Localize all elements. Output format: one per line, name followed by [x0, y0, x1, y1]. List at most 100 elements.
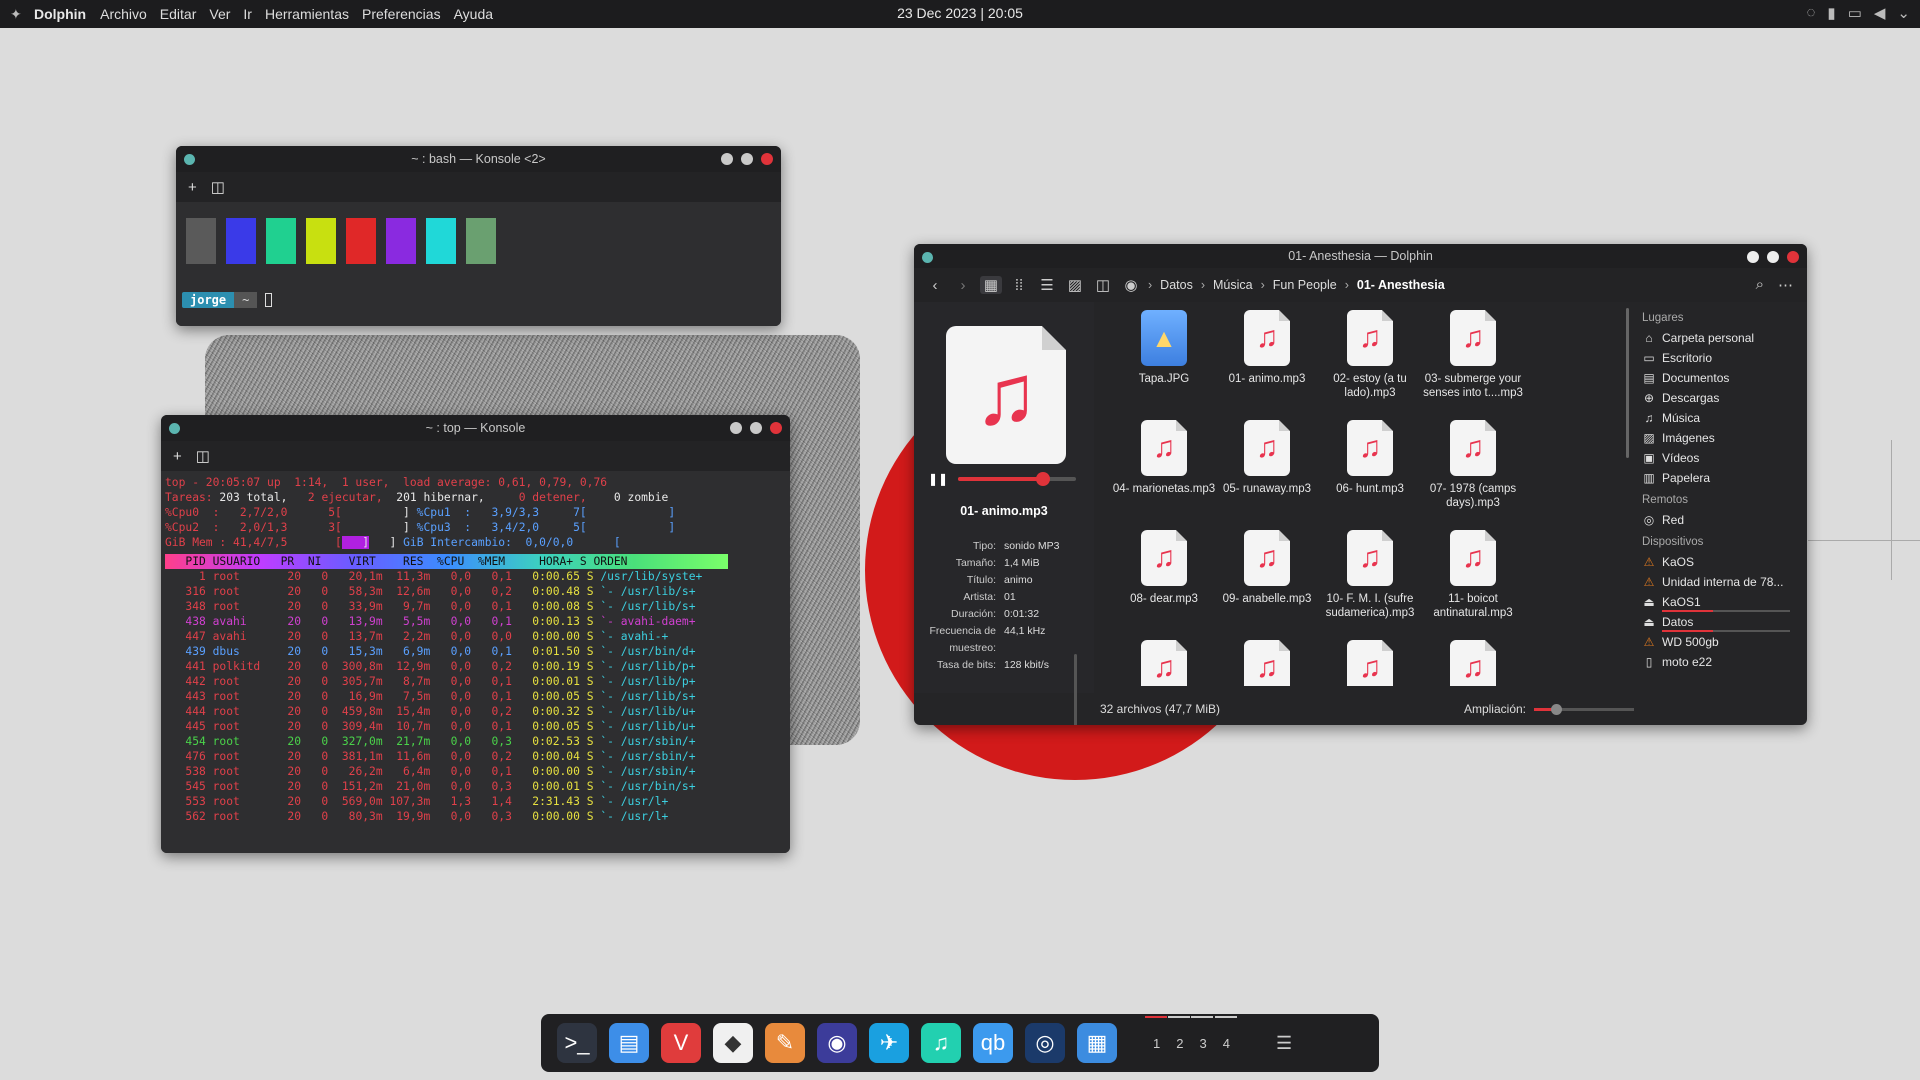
places-item[interactable]: ⚠ Unidad interna de 78... — [1642, 572, 1802, 592]
menu-ayuda[interactable]: Ayuda — [454, 6, 493, 22]
compact-view-icon[interactable]: ⁞⁞ — [1008, 277, 1030, 294]
file-item[interactable]: ♫ 09- anabelle.mp3 — [1207, 530, 1327, 606]
seek-handle[interactable] — [1036, 472, 1051, 486]
file-item[interactable]: ♫ 03- submerge your senses into t....mp3 — [1413, 310, 1533, 400]
virtual-desktop-3[interactable]: 3 — [1191, 1015, 1214, 1051]
file-item[interactable]: ♫ 11- boicot antinatural.mp3 — [1413, 530, 1533, 620]
back-icon[interactable]: ‹ — [924, 277, 946, 294]
menu-herramientas[interactable]: Herramientas — [265, 6, 349, 22]
pause-icon[interactable]: ❚❚ — [928, 472, 948, 486]
gimp-app-icon[interactable]: ✎ — [765, 1023, 805, 1063]
dolphin-app-icon[interactable]: ▤ — [605, 1017, 653, 1069]
konsole-top-window[interactable]: ~ : top — Konsole + ◫ top - 20:05:07 up … — [161, 415, 790, 853]
file-item[interactable]: ♫ 08- dear.mp3 — [1104, 530, 1224, 606]
search-icon[interactable]: ⌕ — [1756, 276, 1764, 294]
menu-ver[interactable]: Ver — [209, 6, 230, 22]
vpn-app-icon[interactable]: ◉ — [817, 1023, 857, 1063]
breadcrumb-current[interactable]: 01- Anesthesia — [1357, 278, 1445, 292]
file-item[interactable]: ♫ 05- runaway.mp3 — [1207, 420, 1327, 496]
file-item[interactable]: ♫ — [1413, 640, 1533, 686]
scrollbar[interactable] — [1626, 308, 1629, 458]
menu-preferencias[interactable]: Preferencias — [362, 6, 441, 22]
music-app-icon[interactable]: ♫ — [921, 1023, 961, 1063]
minimize-button[interactable] — [1747, 251, 1759, 263]
steam-app-icon[interactable]: ◎ — [1025, 1023, 1065, 1063]
breadcrumb-musica[interactable]: Música — [1213, 278, 1253, 292]
places-item[interactable]: ▤ Documentos — [1642, 368, 1802, 388]
discover-app-icon[interactable]: ▦ — [1077, 1023, 1117, 1063]
vivaldi-app-icon[interactable]: V — [661, 1023, 701, 1063]
places-item[interactable]: ♫ Música — [1642, 408, 1802, 428]
places-item[interactable]: ▯ moto e22 — [1642, 652, 1802, 672]
more-menu-icon[interactable]: ⋯ — [1778, 276, 1793, 294]
chevron-down-icon[interactable]: ⌄ — [1897, 4, 1910, 22]
places-item[interactable]: ⚠ WD 500gb — [1642, 632, 1802, 652]
zoom-slider[interactable] — [1534, 703, 1634, 715]
places-item[interactable]: ▥ Papelera — [1642, 468, 1802, 488]
virtual-desktop-4[interactable]: 4 — [1214, 1015, 1238, 1051]
clock[interactable]: 23 Dec 2023 | 20:05 — [897, 5, 1023, 21]
places-item[interactable]: ⏏ KaOS1 — [1642, 592, 1802, 612]
menu-icon[interactable]: ☰ — [1276, 1033, 1292, 1054]
places-item[interactable]: ◎ Red — [1642, 510, 1802, 530]
close-button[interactable] — [1787, 251, 1799, 263]
menu-ir[interactable]: Ir — [243, 6, 252, 22]
window-menu-icon[interactable] — [169, 423, 180, 434]
konsole-bash-window[interactable]: ~ : bash — Konsole <2> + ◫ jorge ~ — [176, 146, 781, 326]
file-item[interactable]: ♫ 06- hunt.mp3 — [1310, 420, 1430, 496]
volume-icon[interactable]: ◀ — [1874, 4, 1886, 22]
icons-view-icon[interactable]: ▦ — [980, 276, 1002, 294]
zoom-handle[interactable] — [1551, 703, 1562, 715]
file-item[interactable]: ♫ 07- 1978 (camps days).mp3 — [1413, 420, 1533, 510]
file-item[interactable]: ♫ 02- estoy (a tu lado).mp3 — [1310, 310, 1430, 400]
battery-icon[interactable]: ▮ — [1827, 4, 1835, 22]
split-view-icon[interactable]: ◫ — [196, 447, 210, 465]
seek-slider[interactable] — [958, 472, 1077, 486]
places-item[interactable]: ⌂ Carpeta personal — [1642, 328, 1802, 348]
places-item[interactable]: ⚠ KaOS — [1642, 552, 1802, 572]
file-item[interactable]: ♫ — [1310, 640, 1430, 686]
breadcrumb-datos[interactable]: Datos — [1160, 278, 1193, 292]
preview-icon[interactable]: ▨ — [1064, 276, 1086, 294]
places-item[interactable]: ▭ Escritorio — [1642, 348, 1802, 368]
places-item[interactable]: ▣ Vídeos — [1642, 448, 1802, 468]
virtual-desktop-1[interactable]: 1 — [1144, 1015, 1168, 1051]
close-button[interactable] — [770, 422, 782, 434]
minimize-button[interactable] — [721, 153, 733, 165]
swift-app-icon[interactable]: ✈ — [869, 1023, 909, 1063]
file-item[interactable]: ♫ 01- animo.mp3 — [1207, 310, 1327, 386]
kaos-logo-icon[interactable]: ✦ — [10, 6, 26, 22]
file-item[interactable]: ♫ — [1207, 640, 1327, 686]
window-menu-icon[interactable] — [922, 252, 933, 263]
display-icon[interactable]: ▭ — [1848, 4, 1862, 22]
minimize-button[interactable] — [730, 422, 742, 434]
eye-icon[interactable]: ◉ — [1120, 276, 1142, 294]
scrollbar[interactable] — [1074, 654, 1077, 725]
new-tab-icon[interactable]: + — [173, 448, 182, 465]
file-item[interactable]: ♫ 10- F. M. I. (sufre sudamerica).mp3 — [1310, 530, 1430, 620]
close-button[interactable] — [761, 153, 773, 165]
split-view-icon[interactable]: ◫ — [211, 178, 225, 196]
ghost-icon[interactable]: ◌ — [1807, 4, 1816, 22]
new-tab-icon[interactable]: + — [188, 179, 197, 196]
window-menu-icon[interactable] — [184, 154, 195, 165]
places-item[interactable]: ⊕ Descargas — [1642, 388, 1802, 408]
file-item[interactable]: ▲ Tapa.JPG — [1104, 310, 1224, 386]
dolphin-window[interactable]: 01- Anesthesia — Dolphin ‹ › ▦ ⁞⁞ ☰ ▨ ◫ … — [914, 244, 1807, 725]
shell-prompt[interactable]: jorge ~ — [182, 292, 273, 308]
details-view-icon[interactable]: ☰ — [1036, 276, 1058, 294]
places-item[interactable]: ▨ Imágenes — [1642, 428, 1802, 448]
file-item[interactable]: ♫ 04- marionetas.mp3 — [1104, 420, 1224, 496]
file-item[interactable]: ♫ — [1104, 640, 1224, 686]
forward-icon[interactable]: › — [952, 277, 974, 294]
terminal-output[interactable]: top - 20:05:07 up 1:14, 1 user, load ave… — [161, 471, 790, 853]
places-item[interactable]: ⏏ Datos — [1642, 612, 1802, 632]
menu-editar[interactable]: Editar — [160, 6, 197, 22]
maximize-button[interactable] — [750, 422, 762, 434]
split-icon[interactable]: ◫ — [1092, 276, 1114, 294]
maximize-button[interactable] — [1767, 251, 1779, 263]
qbittorrent-app-icon[interactable]: qb — [973, 1023, 1013, 1063]
terminal-app-icon[interactable]: >_ — [557, 1023, 597, 1063]
maximize-button[interactable] — [741, 153, 753, 165]
virtual-desktop-2[interactable]: 2 — [1167, 1015, 1191, 1051]
